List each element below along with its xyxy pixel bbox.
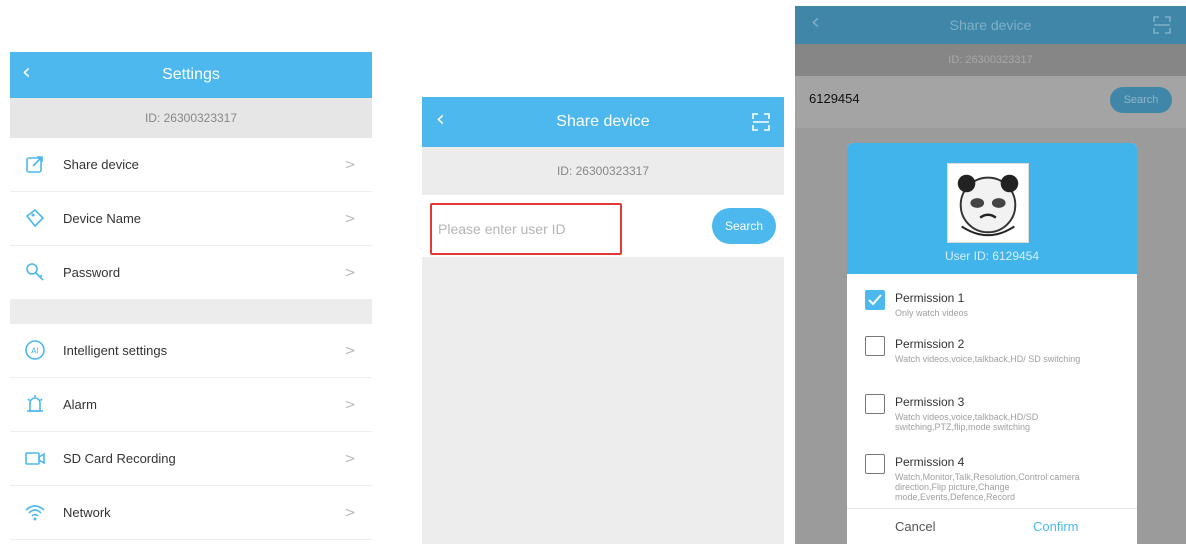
settings-item-device-name[interactable]: Device Name >	[10, 192, 372, 246]
device-id-bar: ID: 26300323317	[795, 44, 1186, 76]
search-button[interactable]: Search	[712, 208, 776, 244]
settings-item-label: SD Card Recording	[63, 451, 176, 466]
share-device-header: ‹ Share device	[795, 6, 1186, 44]
settings-screen: ‹ Settings ID: 26300323317 Share device …	[10, 52, 372, 544]
permission-title: Permission 4	[895, 455, 965, 469]
device-id-bar: ID: 26300323317	[422, 147, 784, 195]
settings-item-password[interactable]: Password >	[10, 246, 372, 300]
chevron-right-icon: >	[344, 157, 356, 173]
search-row: 6129454 Search	[795, 76, 1186, 128]
alarm-icon	[27, 395, 43, 412]
share-device-title: Share device	[556, 113, 650, 130]
share-device-header: ‹ Share device	[422, 97, 784, 147]
settings-title: Settings	[162, 66, 220, 83]
confirm-button[interactable]: Confirm	[1033, 509, 1079, 544]
settings-item-intelligent-settings[interactable]: AI Intelligent settings >	[10, 324, 372, 378]
user-id-input[interactable]: 6129454	[809, 76, 860, 122]
svg-text:AI: AI	[31, 347, 39, 356]
permission-checkbox[interactable]	[865, 394, 885, 414]
search-row: Search	[422, 195, 784, 257]
wifi-icon	[25, 505, 45, 521]
key-icon	[26, 263, 44, 281]
avatar	[947, 163, 1029, 243]
share-device-dialog-screen: ‹ Share device ID: 26300323317 6129454 S…	[795, 6, 1186, 544]
settings-item-label: Share device	[63, 157, 139, 172]
section-divider	[10, 300, 372, 324]
dialog-footer: Cancel Confirm	[847, 508, 1137, 544]
settings-header: ‹ Settings	[10, 52, 372, 98]
share-device-title: Share device	[949, 17, 1032, 33]
permission-title: Permission 2	[895, 337, 965, 351]
dialog-header: User ID: 6129454	[847, 143, 1137, 274]
settings-item-network[interactable]: Network >	[10, 486, 372, 540]
settings-item-label: Password	[63, 265, 121, 280]
user-id-input[interactable]	[430, 203, 622, 255]
settings-item-label: Device Name	[63, 211, 142, 226]
settings-item-label: Alarm	[63, 397, 97, 412]
settings-item-label: Intelligent settings	[63, 343, 168, 358]
settings-item-alarm[interactable]: Alarm >	[10, 378, 372, 432]
video-camera-icon	[25, 452, 45, 465]
share-icon	[26, 156, 43, 173]
tag-icon	[25, 208, 45, 228]
permission-checkbox[interactable]	[865, 454, 885, 474]
permission-description: Watch,Monitor,Talk,Resolution,Control ca…	[895, 472, 1080, 502]
permission-title: Permission 3	[895, 395, 965, 409]
permission-description: Watch videos,voice,talkback,HD/SD switch…	[895, 412, 1039, 432]
cancel-button[interactable]: Cancel	[895, 509, 935, 544]
ai-icon: AI	[25, 340, 45, 360]
chevron-right-icon: >	[344, 505, 356, 521]
permission-description: Watch videos,voice,talkback,HD/ SD switc…	[895, 354, 1081, 364]
chevron-right-icon: >	[344, 343, 356, 359]
settings-item-sd-card-recording[interactable]: SD Card Recording >	[10, 432, 372, 486]
permission-description: Only watch videos	[895, 308, 969, 318]
permission-checkbox[interactable]	[865, 336, 885, 356]
check-icon	[868, 294, 882, 306]
settings-item-label: Network	[63, 505, 111, 520]
share-permission-dialog: User ID: 6129454 Permission 1 Only watch…	[847, 143, 1137, 544]
scan-icon[interactable]	[1153, 16, 1171, 34]
chevron-right-icon: >	[344, 265, 356, 281]
scan-icon[interactable]	[752, 113, 770, 131]
search-button[interactable]: Search	[1110, 87, 1172, 113]
chevron-right-icon: >	[344, 451, 356, 467]
permission-title: Permission 1	[895, 291, 965, 305]
chevron-right-icon: >	[344, 397, 356, 413]
shared-user-id: User ID: 6129454	[944, 249, 1040, 263]
permission-checkbox[interactable]	[865, 290, 885, 310]
settings-item-share-device[interactable]: Share device >	[10, 138, 372, 192]
device-id-bar: ID: 26300323317	[10, 98, 372, 138]
chevron-right-icon: >	[344, 211, 356, 227]
share-device-screen: ‹ Share device ID: 26300323317 Search	[422, 97, 784, 544]
